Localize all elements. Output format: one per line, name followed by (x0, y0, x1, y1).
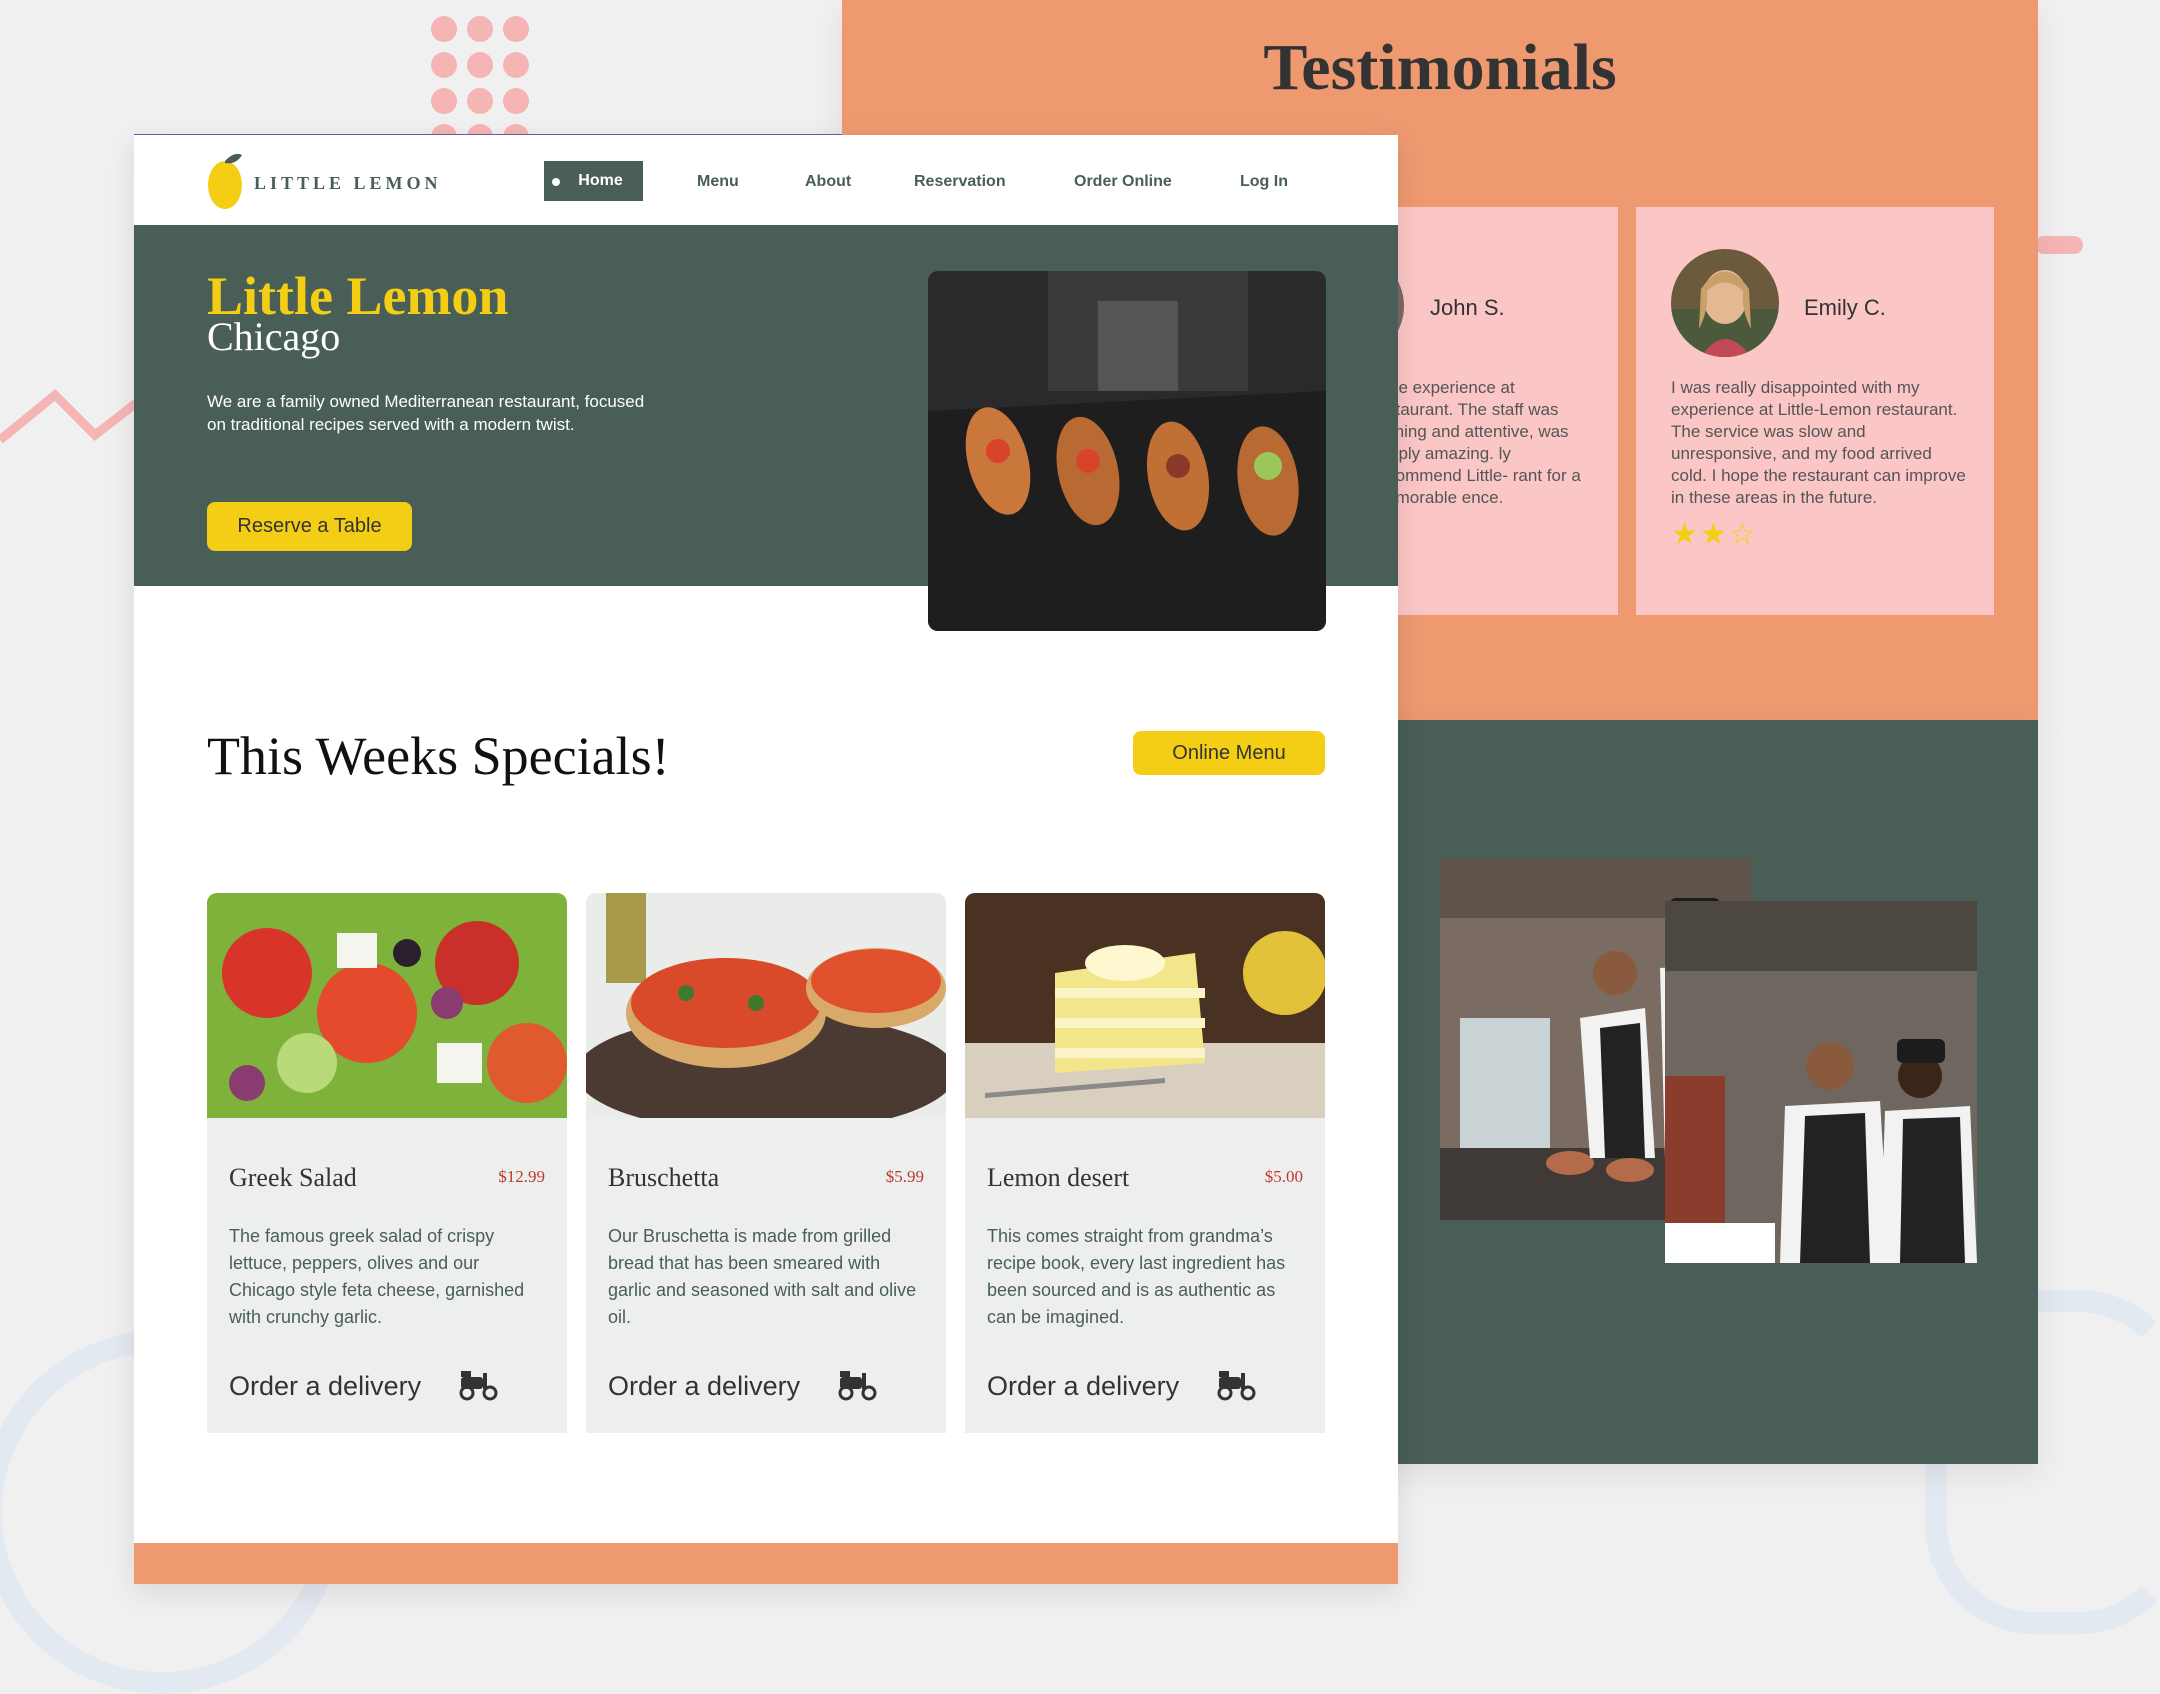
testimonials-title: Testimonials (1263, 31, 1617, 104)
dish-name: Greek Salad (229, 1163, 357, 1192)
nav-home[interactable]: Home (544, 161, 643, 201)
nav-menu[interactable]: Menu (697, 173, 739, 191)
website-preview: LITTLE LEMON Home Menu About Reservation… (134, 135, 1398, 1584)
reserve-table-button[interactable]: Reserve a Table (207, 502, 412, 551)
scooter-icon[interactable] (1215, 1369, 1257, 1401)
avatar (1671, 249, 1779, 357)
testimonial-card-john: John S. dible experience at restaurant. … (1350, 207, 1618, 615)
dish-price: $12.99 (498, 1167, 545, 1186)
active-dot-icon (552, 178, 560, 186)
nav-reservation[interactable]: Reservation (914, 173, 1006, 191)
dish-price: $5.00 (1264, 1167, 1303, 1186)
nav-home-label: Home (578, 172, 623, 189)
hero-subtitle: Chicago (207, 314, 341, 359)
order-delivery-link[interactable]: Order a delivery (229, 1371, 421, 1402)
testimonial-name: Emily C. (1804, 295, 1886, 320)
order-delivery-link[interactable]: Order a delivery (987, 1371, 1179, 1402)
dish-name: Bruschetta (608, 1163, 720, 1192)
testimonial-review: I was really disappointed with my experi… (1671, 378, 1966, 507)
dish-image (207, 893, 567, 1118)
nav-order-online[interactable]: Order Online (1074, 173, 1172, 191)
rating-stars: ★★☆ (1671, 518, 1758, 551)
decorative-zigzag (0, 388, 140, 444)
footer-band (134, 1543, 1398, 1584)
testimonial-name: John S. (1430, 295, 1505, 320)
decorative-pill (2035, 236, 2083, 254)
hero-food-image (928, 271, 1326, 631)
special-card-lemon-desert: Lemon desert $5.00 This comes straight f… (965, 893, 1325, 1433)
dish-description: Our Bruschetta is made from grilled brea… (608, 1226, 917, 1327)
navbar: LITTLE LEMON Home Menu About Reservation… (134, 135, 1398, 225)
testimonial-review: dible experience at restaurant. The staf… (1372, 378, 1581, 507)
lemon-logo-icon (208, 153, 242, 209)
hero-description: We are a family owned Mediterranean rest… (207, 392, 645, 434)
testimonial-card-emily: Emily C. I was really disappointed with … (1636, 207, 1994, 615)
special-card-bruschetta: Bruschetta $5.99 Our Bruschetta is made … (586, 893, 946, 1433)
dish-name: Lemon desert (987, 1163, 1130, 1192)
nav-about[interactable]: About (805, 173, 851, 191)
chefs-image-2 (1665, 901, 1977, 1263)
specials-title: This Weeks Specials! (207, 726, 670, 786)
brand-name: LITTLE LEMON (254, 173, 442, 193)
special-card-greek-salad: Greek Salad $12.99 The famous greek sala… (207, 893, 567, 1433)
nav-log-in[interactable]: Log In (1240, 173, 1288, 191)
online-menu-button[interactable]: Online Menu (1133, 731, 1325, 775)
dish-description: This comes straight from grandma’s recip… (987, 1226, 1286, 1327)
order-delivery-link[interactable]: Order a delivery (608, 1371, 800, 1402)
dish-price: $5.99 (885, 1167, 924, 1186)
scooter-icon[interactable] (457, 1369, 499, 1401)
dish-image (965, 893, 1325, 1118)
dish-description: The famous greek salad of crispy lettuce… (229, 1226, 525, 1327)
dish-image (586, 893, 946, 1133)
scooter-icon[interactable] (836, 1369, 878, 1401)
